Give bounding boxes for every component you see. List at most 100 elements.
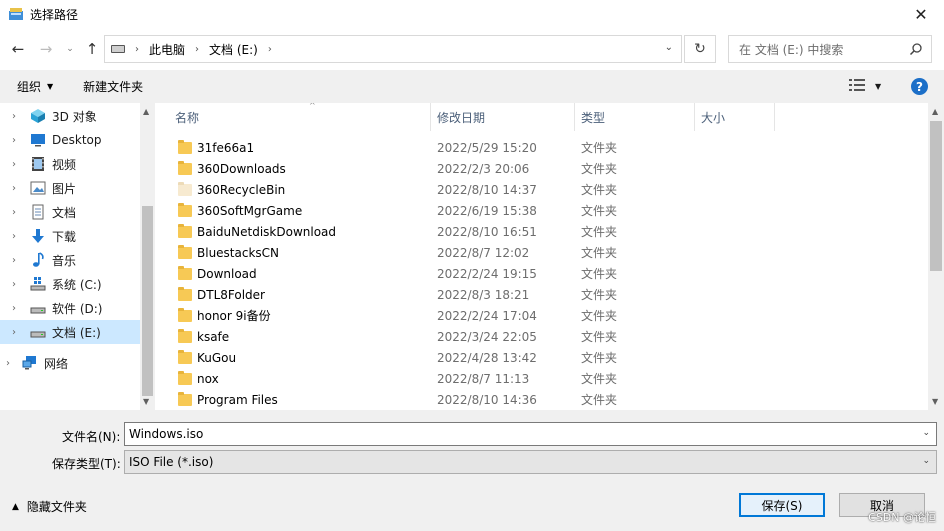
expand-icon[interactable]: › bbox=[12, 231, 24, 242]
table-row[interactable]: honor 9i备份 2022/2/24 17:04 文件夹 bbox=[155, 305, 928, 326]
view-options-button[interactable]: ▼ bbox=[849, 79, 881, 94]
scroll-thumb[interactable] bbox=[930, 121, 942, 271]
folder-icon bbox=[178, 224, 192, 238]
hide-folders-toggle[interactable]: ▲ 隐藏文件夹 bbox=[12, 498, 87, 515]
help-button[interactable]: ? bbox=[911, 78, 928, 95]
expand-icon[interactable]: › bbox=[12, 207, 24, 218]
column-header-date[interactable]: 修改日期 bbox=[431, 103, 575, 131]
expand-icon[interactable]: › bbox=[12, 255, 24, 266]
filetype-select[interactable]: ISO File (*.iso) ⌄ bbox=[124, 450, 937, 474]
breadcrumb-drive-e[interactable]: 文档 (E:) bbox=[209, 41, 258, 58]
sidebar-item-label: 文档 (E:) bbox=[52, 325, 101, 340]
scroll-thumb[interactable] bbox=[142, 206, 153, 396]
navigation-pane: › 3D 对象 › Desktop › 视频 › 图片 › 文档 › 下载 › … bbox=[0, 103, 155, 410]
breadcrumb-separator[interactable]: › bbox=[135, 44, 139, 55]
search-input[interactable]: 在 文档 (E:) 中搜索 bbox=[728, 35, 932, 63]
folder-icon bbox=[178, 329, 192, 343]
back-button[interactable]: ← bbox=[6, 35, 30, 63]
desktop-icon bbox=[30, 132, 46, 148]
scroll-up-icon[interactable]: ▲ bbox=[143, 107, 149, 116]
sidebar-item-label: 图片 bbox=[52, 181, 77, 196]
forward-button[interactable]: → bbox=[34, 35, 58, 63]
file-type: 文件夹 bbox=[581, 309, 618, 323]
expand-icon[interactable]: › bbox=[12, 111, 24, 122]
expand-icon[interactable]: › bbox=[12, 279, 24, 290]
column-header-name[interactable]: 名称 ^ bbox=[169, 103, 431, 131]
filetype-label: 保存类型(T): bbox=[52, 457, 121, 471]
close-button[interactable]: ✕ bbox=[898, 0, 944, 28]
chevron-down-icon[interactable]: ⌄ bbox=[922, 428, 930, 438]
title-bar: 选择路径 ✕ bbox=[0, 0, 944, 28]
table-row[interactable]: ksafe 2022/3/24 22:05 文件夹 bbox=[155, 326, 928, 347]
organize-button[interactable]: 组织 ▼ bbox=[17, 78, 53, 95]
folder-icon bbox=[178, 245, 192, 259]
sidebar-item-drive-e[interactable]: › 文档 (E:) bbox=[0, 320, 140, 344]
sidebar-item-videos[interactable]: › 视频 bbox=[0, 152, 140, 176]
sidebar-item-3d-objects[interactable]: › 3D 对象 bbox=[0, 104, 140, 128]
column-header-type[interactable]: 类型 bbox=[575, 103, 695, 131]
address-bar[interactable]: › 此电脑 › 文档 (E:) › ⌄ bbox=[104, 35, 682, 63]
breadcrumb-separator[interactable]: › bbox=[268, 44, 272, 55]
file-name: BaiduNetdiskDownload bbox=[197, 224, 337, 239]
table-row[interactable]: 360SoftMgrGame 2022/6/19 15:38 文件夹 bbox=[155, 200, 928, 221]
sort-ascending-icon: ^ bbox=[309, 103, 316, 110]
expand-icon[interactable]: › bbox=[12, 327, 24, 338]
file-date: 2022/2/24 17:04 bbox=[437, 308, 537, 323]
refresh-button[interactable]: ↻ bbox=[684, 35, 716, 63]
sidebar-item-documents[interactable]: › 文档 bbox=[0, 200, 140, 224]
address-dropdown-icon[interactable]: ⌄ bbox=[665, 42, 673, 53]
sidebar-item-label: 视频 bbox=[52, 157, 77, 172]
breadcrumb-separator[interactable]: › bbox=[195, 44, 199, 55]
expand-icon[interactable]: › bbox=[12, 135, 24, 146]
drive-icon bbox=[30, 324, 46, 340]
table-row[interactable]: BaiduNetdiskDownload 2022/8/10 16:51 文件夹 bbox=[155, 221, 928, 242]
file-date: 2022/8/10 14:36 bbox=[437, 392, 537, 407]
scroll-down-icon[interactable]: ▼ bbox=[932, 397, 938, 406]
expand-icon[interactable]: › bbox=[12, 183, 24, 194]
table-row[interactable]: BluestacksCN 2022/8/7 12:02 文件夹 bbox=[155, 242, 928, 263]
table-row[interactable]: 360RecycleBin 2022/8/10 14:37 文件夹 bbox=[155, 179, 928, 200]
breadcrumb-this-pc[interactable]: 此电脑 bbox=[149, 41, 185, 58]
file-type: 文件夹 bbox=[581, 351, 618, 365]
expand-icon[interactable]: › bbox=[12, 303, 24, 314]
folder-icon bbox=[178, 287, 192, 301]
expand-icon[interactable]: › bbox=[6, 358, 18, 369]
file-type: 文件夹 bbox=[581, 225, 618, 239]
file-name: nox bbox=[197, 371, 219, 386]
file-date: 2022/8/10 14:37 bbox=[437, 182, 537, 197]
table-row[interactable]: nox 2022/8/7 11:13 文件夹 bbox=[155, 368, 928, 389]
up-button[interactable]: ↑ bbox=[80, 35, 104, 63]
sidebar-item-downloads[interactable]: › 下载 bbox=[0, 224, 140, 248]
sidebar-item-music[interactable]: › 音乐 bbox=[0, 248, 140, 272]
column-header-label: 修改日期 bbox=[437, 110, 486, 125]
recent-locations-button[interactable]: ⌄ bbox=[63, 35, 77, 63]
expand-icon[interactable]: › bbox=[12, 159, 24, 170]
table-row[interactable]: Download 2022/2/24 19:15 文件夹 bbox=[155, 263, 928, 284]
file-list-scrollbar[interactable]: ▲ ▼ bbox=[928, 103, 944, 410]
sidebar-item-pictures[interactable]: › 图片 bbox=[0, 176, 140, 200]
sidebar-item-network[interactable]: › 网络 bbox=[0, 351, 140, 375]
file-name: ksafe bbox=[197, 329, 230, 344]
file-date: 2022/8/7 11:13 bbox=[437, 371, 530, 386]
table-row[interactable]: Program Files 2022/8/10 14:36 文件夹 bbox=[155, 389, 928, 410]
scroll-down-icon[interactable]: ▼ bbox=[143, 397, 149, 406]
sidebar-item-drive-c[interactable]: › 系统 (C:) bbox=[0, 272, 140, 296]
file-date: 2022/8/7 12:02 bbox=[437, 245, 530, 260]
file-date: 2022/2/24 19:15 bbox=[437, 266, 537, 281]
file-type: 文件夹 bbox=[581, 246, 618, 260]
table-row[interactable]: 31fe66a1 2022/5/29 15:20 文件夹 bbox=[155, 137, 928, 158]
new-folder-button[interactable]: 新建文件夹 bbox=[83, 78, 143, 95]
sidebar-scrollbar[interactable]: ▲ ▼ bbox=[140, 103, 155, 410]
sidebar-item-desktop[interactable]: › Desktop bbox=[0, 128, 140, 152]
column-header-size[interactable]: 大小 bbox=[695, 103, 775, 131]
save-button[interactable]: 保存(S) bbox=[739, 493, 825, 517]
sidebar-item-label: 文档 bbox=[52, 205, 77, 220]
scroll-up-icon[interactable]: ▲ bbox=[932, 107, 938, 116]
folder-icon bbox=[178, 161, 192, 175]
filename-input[interactable]: Windows.iso ⌄ bbox=[124, 422, 937, 446]
sidebar-item-drive-d[interactable]: › 软件 (D:) bbox=[0, 296, 140, 320]
table-row[interactable]: DTL8Folder 2022/8/3 18:21 文件夹 bbox=[155, 284, 928, 305]
table-row[interactable]: 360Downloads 2022/2/3 20:06 文件夹 bbox=[155, 158, 928, 179]
table-row[interactable]: KuGou 2022/4/28 13:42 文件夹 bbox=[155, 347, 928, 368]
network-icon bbox=[22, 355, 38, 371]
